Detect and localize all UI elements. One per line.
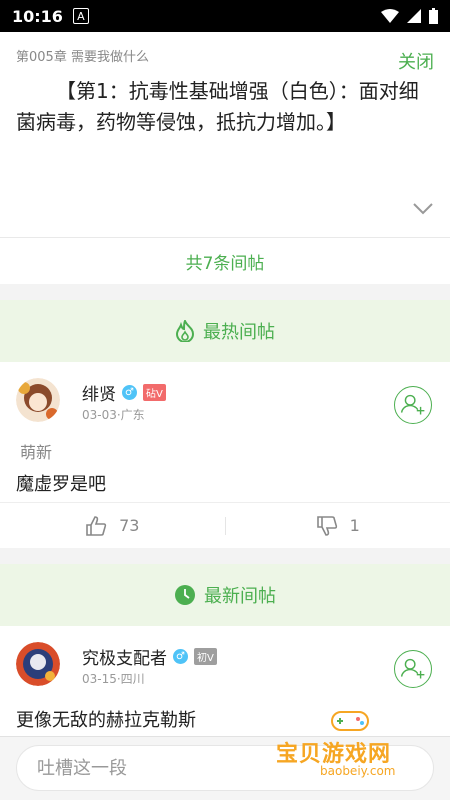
level-badge: 砧V [143, 384, 166, 401]
hot-section-label: 最热间帖 [203, 322, 275, 343]
username-row: 究极支配者 ♂ 初V [82, 644, 217, 669]
chevron-down-icon[interactable] [412, 202, 434, 216]
dislike-count: 1 [349, 516, 360, 535]
chapter-title: 第005章 需要我做什么 [16, 50, 149, 65]
follow-user-icon[interactable] [394, 386, 432, 424]
section-gap [0, 548, 450, 564]
username-row: 绯贤 ♂ 砧V [82, 380, 166, 405]
new-section-header: 最新间帖 [0, 564, 450, 626]
status-bar: 10:16 A [0, 0, 450, 32]
chapter-content: 【第1：抗毒性基础增强（白色）：面对细菌病毒，药物等侵蚀，抵抗力增加。】 [16, 79, 419, 134]
fire-icon [175, 320, 195, 342]
dislike-button[interactable]: 1 [226, 515, 450, 537]
like-count: 73 [119, 516, 140, 535]
wifi-icon [381, 9, 399, 23]
thumbs-up-icon [86, 515, 107, 536]
comment-text: 更像无敌的赫拉克勒斯 [16, 710, 196, 731]
thumbs-down-icon [316, 515, 337, 536]
status-time: 10:16 [12, 6, 63, 26]
username[interactable]: 究极支配者 [82, 644, 167, 669]
watermark-url: baobeiy.com [320, 764, 396, 778]
hot-comment: 绯贤 ♂ 砧V 03-03·广东 萌新 魔虚罗是吧 73 1 [0, 362, 450, 548]
level-badge: 初V [194, 648, 217, 665]
chapter-panel: 第005章 需要我做什么 关闭 【第1：抗毒性基础增强（白色）：面对细菌病毒，药… [0, 32, 450, 237]
follow-user-icon[interactable] [394, 650, 432, 688]
avatar[interactable] [16, 378, 60, 422]
signal-icon [407, 9, 421, 23]
close-button[interactable]: 关闭 [398, 48, 434, 74]
comment-actions: 73 1 [0, 502, 450, 548]
comment-meta: 03-03·广东 [82, 408, 145, 422]
new-section-label: 最新间帖 [204, 586, 276, 607]
battery-icon [429, 8, 438, 24]
comment-meta: 03-15·四川 [82, 672, 145, 686]
notification-icon: A [72, 8, 89, 24]
status-icons [381, 8, 438, 24]
username[interactable]: 绯贤 [82, 380, 116, 405]
male-icon: ♂ [173, 649, 188, 664]
watermark: 宝贝游戏网 baobeiy.com [270, 700, 450, 790]
gamepad-icon [331, 711, 369, 731]
avatar[interactable] [16, 642, 60, 686]
section-gap [0, 284, 450, 300]
like-button[interactable]: 73 [0, 515, 225, 537]
comment-text: 魔虚罗是吧 [16, 474, 106, 495]
user-tag: 萌新 [20, 443, 53, 462]
male-icon: ♂ [122, 385, 137, 400]
hot-section-header: 最热间帖 [0, 300, 450, 362]
total-replies-link[interactable]: 共7条间帖 [0, 238, 450, 284]
clock-icon [175, 585, 195, 605]
